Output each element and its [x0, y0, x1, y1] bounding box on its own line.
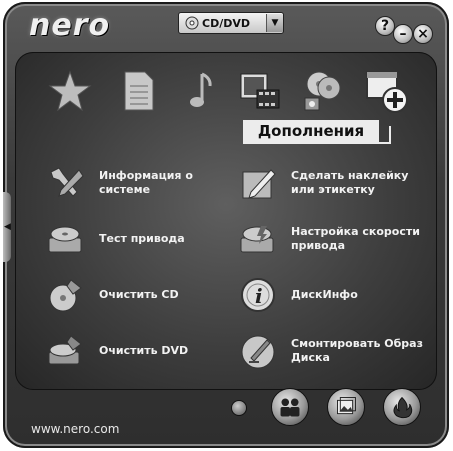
- nero-logo: nero: [29, 8, 111, 43]
- main-panel: Дополнения Информация о системе Тест при…: [15, 52, 437, 390]
- backup-button[interactable]: [327, 388, 365, 426]
- tool-label: Смонтировать Образ Диска: [291, 337, 423, 364]
- disc-copy-icon: [304, 71, 341, 111]
- tool-disc-info[interactable]: i ДискИнфо: [237, 276, 427, 314]
- category-audio[interactable]: [175, 66, 225, 116]
- tool-label: Тест привода: [99, 232, 185, 245]
- tool-label: Сделать наклейку или этикетку: [291, 169, 409, 196]
- category-underline: [243, 142, 391, 144]
- category-data[interactable]: [113, 66, 163, 116]
- photo-stack-icon: [337, 397, 356, 415]
- people-icon: [280, 398, 300, 417]
- tool-erase-dvd[interactable]: Очистить DVD: [45, 332, 235, 370]
- film-photo-icon: [240, 73, 280, 109]
- category-extras[interactable]: [361, 66, 411, 116]
- title-bar: nero CD/DVD ▼ ? – ×: [3, 2, 449, 48]
- tool-label: ДискИнфо: [291, 288, 358, 301]
- document-icon: [124, 71, 154, 111]
- status-indicator: [231, 400, 247, 416]
- drive-test-icon: [45, 220, 87, 258]
- erase-dvd-icon: [45, 332, 87, 370]
- tool-label: Информация о системе: [99, 169, 193, 196]
- tool-label: Настройка скорости привода: [291, 225, 420, 252]
- category-bar: [15, 66, 437, 126]
- label-pen-icon: [237, 164, 279, 202]
- tool-drive-test[interactable]: Тест привода: [45, 220, 235, 258]
- category-copy-backup[interactable]: [295, 66, 345, 116]
- burn-button[interactable]: [383, 388, 421, 426]
- tool-label: Очистить DVD: [99, 344, 189, 357]
- help-button[interactable]: ?: [375, 16, 395, 36]
- minimize-button[interactable]: –: [393, 24, 413, 44]
- category-favorites[interactable]: [45, 66, 95, 116]
- nero-window: nero CD/DVD ▼ ? – × ◀ Дополнения Информа…: [3, 2, 449, 448]
- bottom-bar: www.nero.com: [3, 388, 449, 448]
- tool-drive-speed[interactable]: Настройка скорости привода: [237, 220, 427, 258]
- category-underline-tick: [389, 126, 391, 144]
- mount-image-icon: [237, 332, 279, 370]
- chevron-left-icon: ◀: [4, 222, 11, 232]
- tool-mount-image[interactable]: Смонтировать Образ Диска: [237, 332, 427, 370]
- tool-system-info[interactable]: Информация о системе: [45, 164, 235, 202]
- project-type-select[interactable]: CD/DVD ▼: [178, 12, 284, 34]
- wrench-icon: [45, 164, 87, 202]
- add-window-icon: [366, 71, 408, 113]
- side-expand-handle[interactable]: ◀: [3, 192, 11, 262]
- flame-icon: [393, 396, 413, 419]
- active-category-label: Дополнения: [243, 120, 379, 144]
- disc-icon: [185, 16, 199, 30]
- tool-label: Очистить CD: [99, 288, 179, 301]
- chevron-down-icon[interactable]: ▼: [266, 14, 283, 32]
- disc-info-icon: i: [237, 276, 279, 314]
- toolkit-button[interactable]: [271, 388, 309, 426]
- category-photo-video[interactable]: [235, 66, 285, 116]
- svg-text:i: i: [255, 284, 263, 308]
- drive-speed-icon: [237, 220, 279, 258]
- erase-cd-icon: [45, 276, 87, 314]
- tool-erase-cd[interactable]: Очистить CD: [45, 276, 235, 314]
- music-note-icon: [190, 72, 212, 107]
- website-link[interactable]: www.nero.com: [31, 422, 119, 436]
- tool-make-label[interactable]: Сделать наклейку или этикетку: [237, 164, 427, 202]
- project-type-value: CD/DVD: [202, 16, 250, 30]
- close-button[interactable]: ×: [413, 24, 433, 44]
- star-icon: [48, 70, 92, 112]
